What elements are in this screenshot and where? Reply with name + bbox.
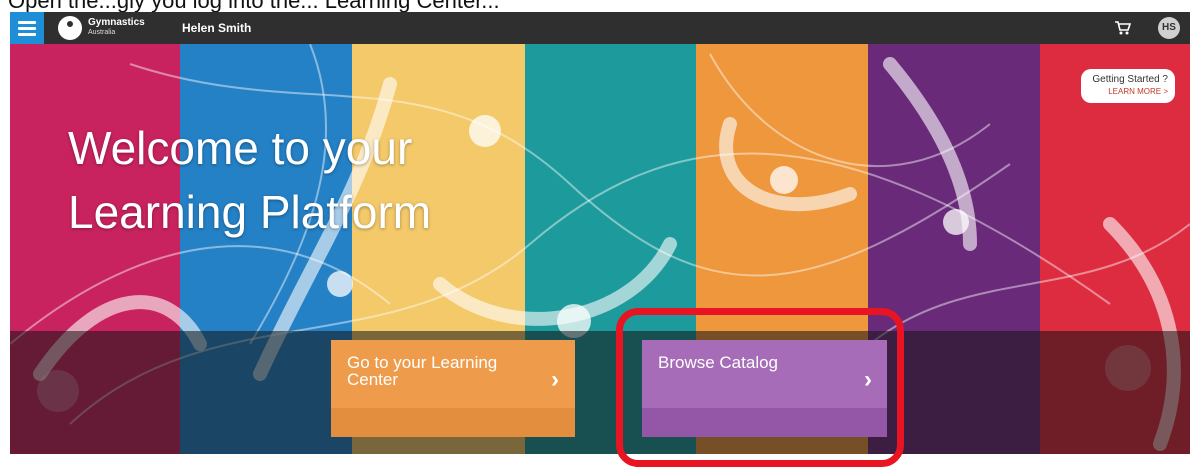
brand-logo-text: Gymnastics Australia [88, 17, 145, 37]
getting-started-button[interactable]: Getting Started ? LEARN MORE > [1081, 69, 1175, 103]
learning-center-label-line-1: Go to your Learning [347, 353, 498, 372]
hamburger-icon-bar [18, 27, 36, 30]
brand-subtitle: Australia [88, 29, 116, 36]
learn-more-link[interactable]: LEARN MORE > [1081, 87, 1168, 96]
user-name: Helen Smith [182, 21, 252, 35]
instruction-caption: Open the...gly you log into the... Learn… [0, 0, 1200, 12]
gymnastics-logo-icon [58, 16, 82, 40]
caption-text: Open the...gly you log into the... Learn… [8, 0, 500, 12]
learning-center-button-base[interactable] [331, 408, 575, 437]
cart-icon[interactable] [1114, 20, 1132, 36]
hamburger-icon-bar [18, 33, 36, 36]
learning-center-label: Go to your Learning Center [347, 354, 497, 388]
chevron-right-icon: › [551, 366, 559, 393]
user-avatar[interactable]: HS [1158, 17, 1180, 39]
top-navigation-bar: Gymnastics Australia Helen Smith HS [10, 12, 1190, 44]
hero-banner: Welcome to your Learning Platform Gettin… [10, 44, 1190, 454]
hamburger-menu-button[interactable] [10, 12, 44, 44]
learning-center-label-line-2: Center [347, 370, 399, 389]
highlight-annotation [616, 308, 904, 467]
learning-center-button[interactable]: Go to your Learning Center › [331, 340, 575, 408]
welcome-heading: Welcome to your Learning Platform [68, 116, 431, 244]
brand-name: Gymnastics [88, 17, 145, 28]
getting-started-label: Getting Started ? [1092, 74, 1168, 85]
hamburger-icon [18, 21, 36, 24]
action-band [10, 331, 1190, 454]
welcome-line-2: Learning Platform [68, 186, 432, 238]
welcome-line-1: Welcome to your [68, 122, 413, 174]
